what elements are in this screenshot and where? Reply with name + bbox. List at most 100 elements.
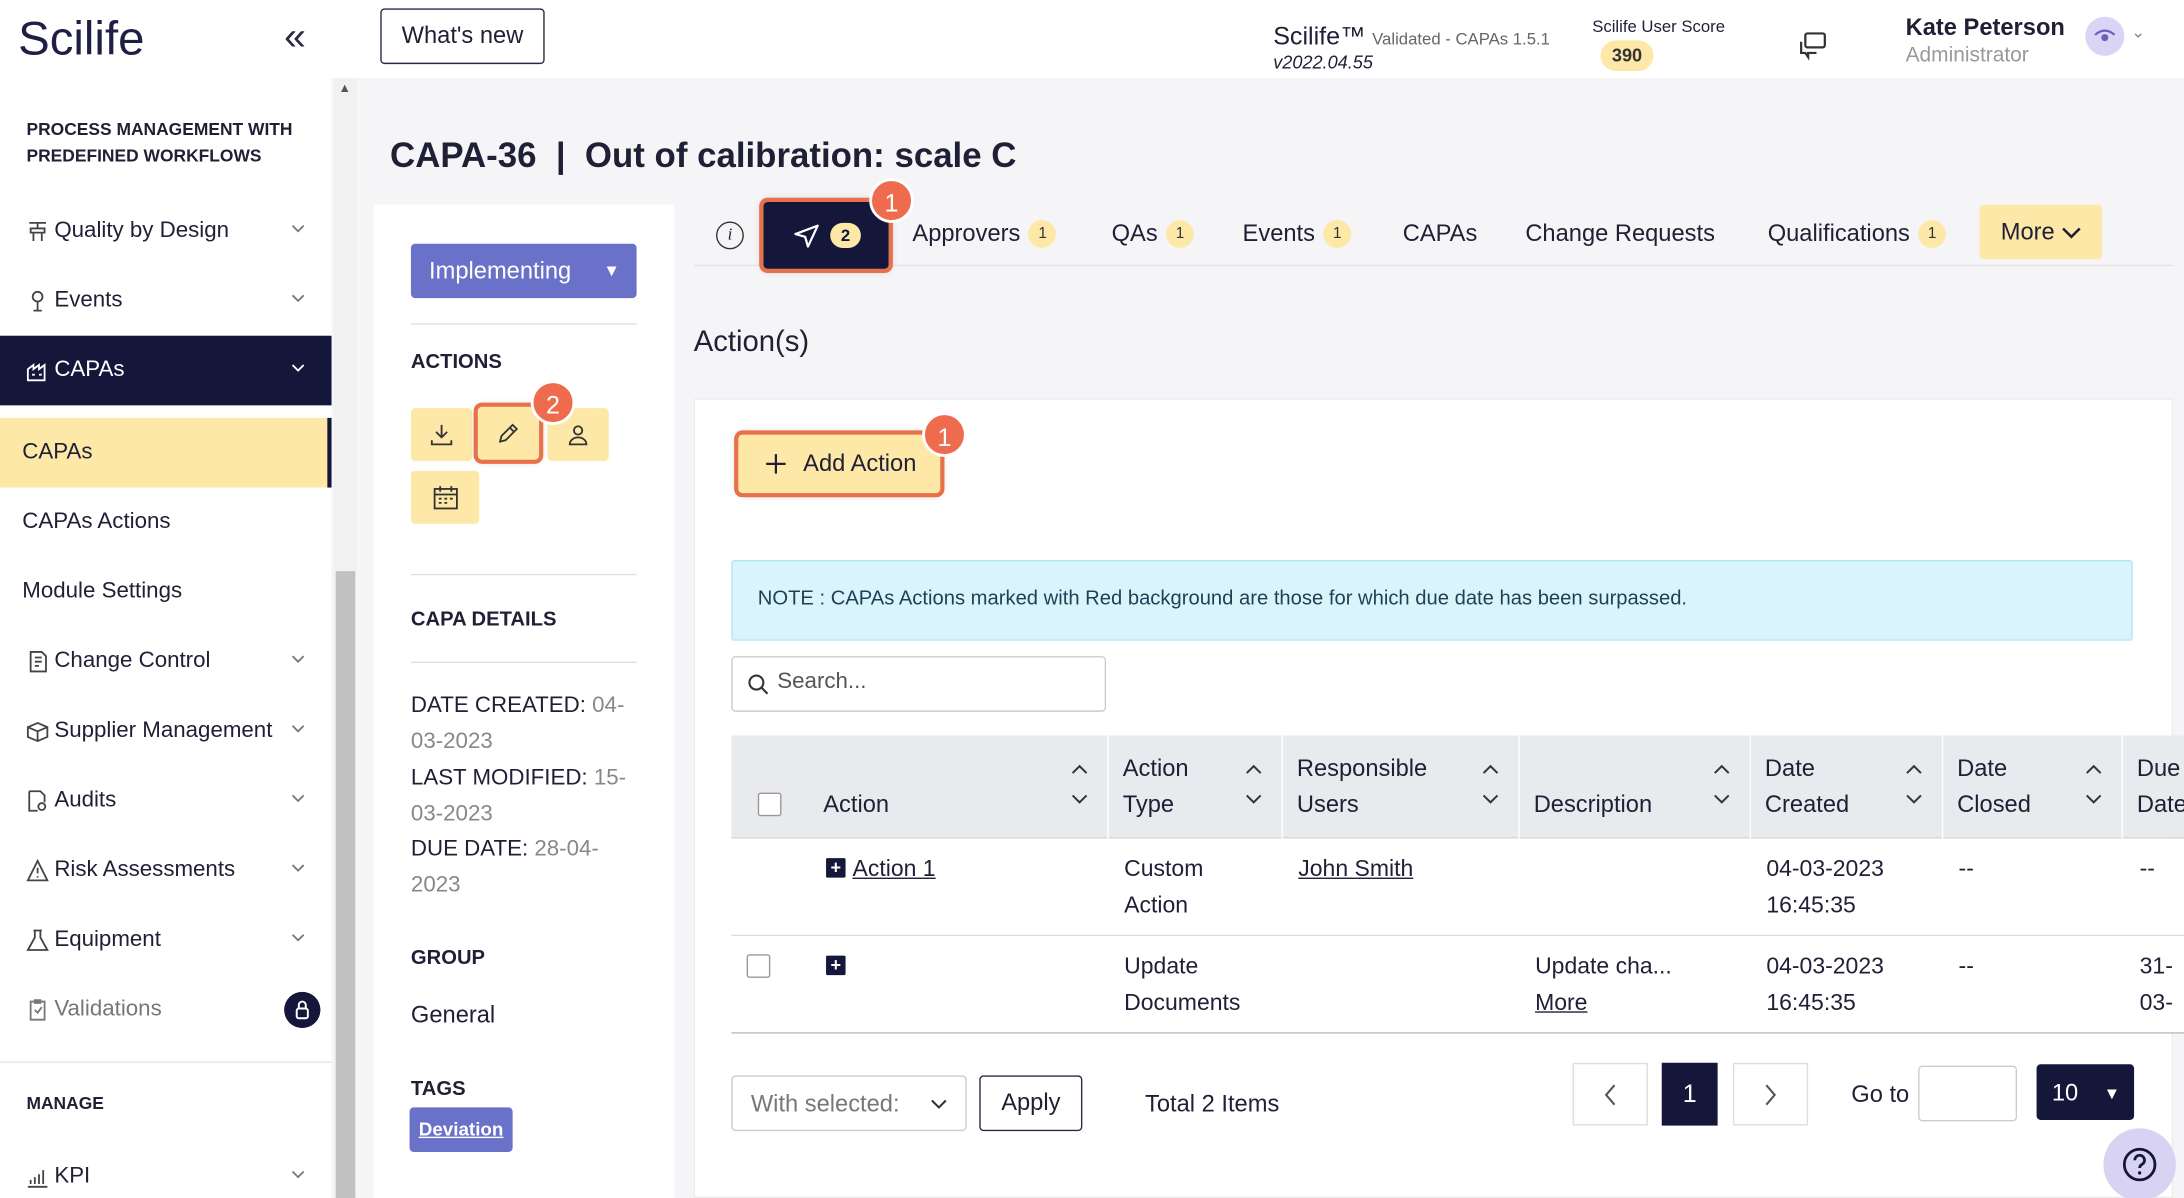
tab-count: 1 [1166,220,1194,248]
chevron-down-icon [291,794,305,803]
tab-approvers[interactable]: Approvers 1 [912,220,1057,248]
goto-label: Go to [1851,1080,1910,1108]
apply-button[interactable]: Apply [979,1075,1083,1132]
date-created-cell: 04-03-2023 16:45:35 [1766,856,1884,918]
sidebar-item-label: Audits [54,788,117,813]
tab-qualifications[interactable]: Qualifications 1 [1768,220,1947,248]
tag-deviation[interactable]: Deviation [409,1107,513,1153]
description-more-link[interactable]: More [1535,985,1587,1021]
sidebar-subitem-capas-actions[interactable]: CAPAs Actions [22,510,170,535]
help-icon[interactable] [2103,1128,2176,1198]
select-all-checkbox[interactable] [757,792,782,817]
expand-row-icon[interactable]: + [826,857,846,878]
sidebar-item-quality-by-design[interactable]: Quality by Design [0,196,332,266]
scroll-up-arrow-icon[interactable]: ▲ [338,81,350,95]
warning-icon [24,858,52,883]
user-score-badge: 390 [1600,40,1654,72]
page-button-current[interactable]: 1 [1661,1062,1718,1126]
chevron-down-icon [291,225,305,233]
page-size-select[interactable]: 10 ▼ [2036,1064,2135,1120]
sidebar-item-validations[interactable]: Validations [0,975,332,1045]
sidebar-item-change-control[interactable]: Change Control [0,627,332,697]
search-box[interactable] [731,656,1107,712]
date-closed-cell: -- [1958,856,1974,882]
sort-icon[interactable] [2085,763,2102,805]
sidebar-item-label: Equipment [54,927,161,952]
sort-icon[interactable] [1071,763,1088,805]
next-page-button[interactable] [1732,1062,1809,1126]
sidebar-item-label: KPI [54,1164,91,1189]
tab-count: 1 [1323,220,1352,248]
edit-button[interactable] [473,402,544,464]
row-checkbox[interactable] [746,954,771,978]
download-button[interactable] [410,408,473,462]
status-dropdown[interactable]: Implementing ▼ [410,243,637,299]
cursor-arrow-icon [794,224,819,248]
action-link[interactable]: Action 1 [853,851,936,887]
sidebar-item-audits[interactable]: Audits [0,766,332,836]
divider [410,661,637,664]
expand-row-icon[interactable]: + [826,955,846,976]
divider [410,573,637,576]
avatar[interactable] [2085,16,2125,56]
user-name[interactable]: Kate Peterson [1906,14,2065,42]
column-header-description[interactable]: Description [1520,735,1752,839]
chevron-down-icon [291,934,305,942]
sidebar-item-risk-assessments[interactable]: Risk Assessments [0,836,332,906]
factory-icon [24,358,52,383]
caret-down-icon: ▼ [2103,1083,2121,1104]
tab-change-requests[interactable]: Change Requests [1525,220,1715,248]
divider [410,323,637,325]
due-date: DUE DATE: 28-04-2023 [410,837,599,898]
prev-page-button[interactable] [1572,1062,1648,1126]
tab-qas[interactable]: QAs 1 [1112,220,1194,248]
tab-count: 1 [1028,220,1057,248]
sidebar-item-capas[interactable]: CAPAs [0,335,332,406]
sidebar-subitem-module-settings[interactable]: Module Settings [22,579,182,604]
info-icon[interactable]: i [716,221,744,250]
responsible-user-link[interactable]: John Smith [1298,851,1413,887]
search-input[interactable] [777,670,1084,696]
tags-label: TAGS [410,1078,466,1101]
column-header-due-date[interactable]: Due Date [2123,736,2184,839]
chat-icon[interactable] [1797,28,1833,64]
callout-badge-1-add: 1 [922,412,967,457]
column-header-responsible-users[interactable]: Responsible Users [1283,735,1520,839]
chevron-down-icon[interactable]: ⌄ [2131,22,2145,42]
column-header-action[interactable]: Action [809,735,1109,839]
description-cell: Update cha... [1535,954,1672,980]
sort-icon[interactable] [1906,763,1923,805]
tab-actions[interactable]: 2 [759,197,893,274]
sidebar-item-supplier-management[interactable]: Supplier Management [0,697,332,767]
column-header-date-closed[interactable]: Date Closed [1943,735,2123,839]
actions-label: ACTIONS [410,351,502,374]
scilife-logo[interactable]: Scilife [18,13,144,67]
sidebar-item-events[interactable]: Events [0,266,332,336]
sidebar-scroll-thumb[interactable] [335,571,356,1198]
bulk-action-select[interactable]: With selected: [731,1075,967,1132]
product-name: Scilife™ Validated - CAPAs 1.5.1 [1273,22,1550,51]
column-header-action-type[interactable]: Action Type [1109,735,1283,839]
tab-more[interactable]: More [1979,204,2103,260]
lock-icon [284,991,321,1029]
beaker-icon [24,928,52,953]
tab-events[interactable]: Events 1 [1243,220,1352,248]
collapse-sidebar-icon[interactable]: « [284,14,306,59]
sidebar-item-equipment[interactable]: Equipment [0,905,332,975]
calendar-button[interactable] [410,470,480,524]
goto-page-input[interactable] [1918,1065,2018,1122]
sidebar-subitem-capas[interactable]: CAPAs [0,417,332,488]
chevron-down-icon [931,1099,947,1109]
tab-capas[interactable]: CAPAs [1403,220,1478,248]
page-title: CAPA-36 | Out of calibration: scale C [390,136,1017,176]
action-type: Update Documents [1124,954,1241,1016]
sort-icon[interactable] [1482,763,1499,805]
column-header-date-created[interactable]: Date Created [1751,735,1944,839]
document-icon [24,649,52,674]
sidebar-item-kpi[interactable]: KPI [0,1142,332,1198]
sort-icon[interactable] [1713,763,1730,805]
sort-icon[interactable] [1245,763,1262,805]
group-value: General [410,1001,496,1029]
whats-new-button[interactable]: What's new [380,8,545,65]
add-action-button[interactable]: Add Action [734,430,945,498]
